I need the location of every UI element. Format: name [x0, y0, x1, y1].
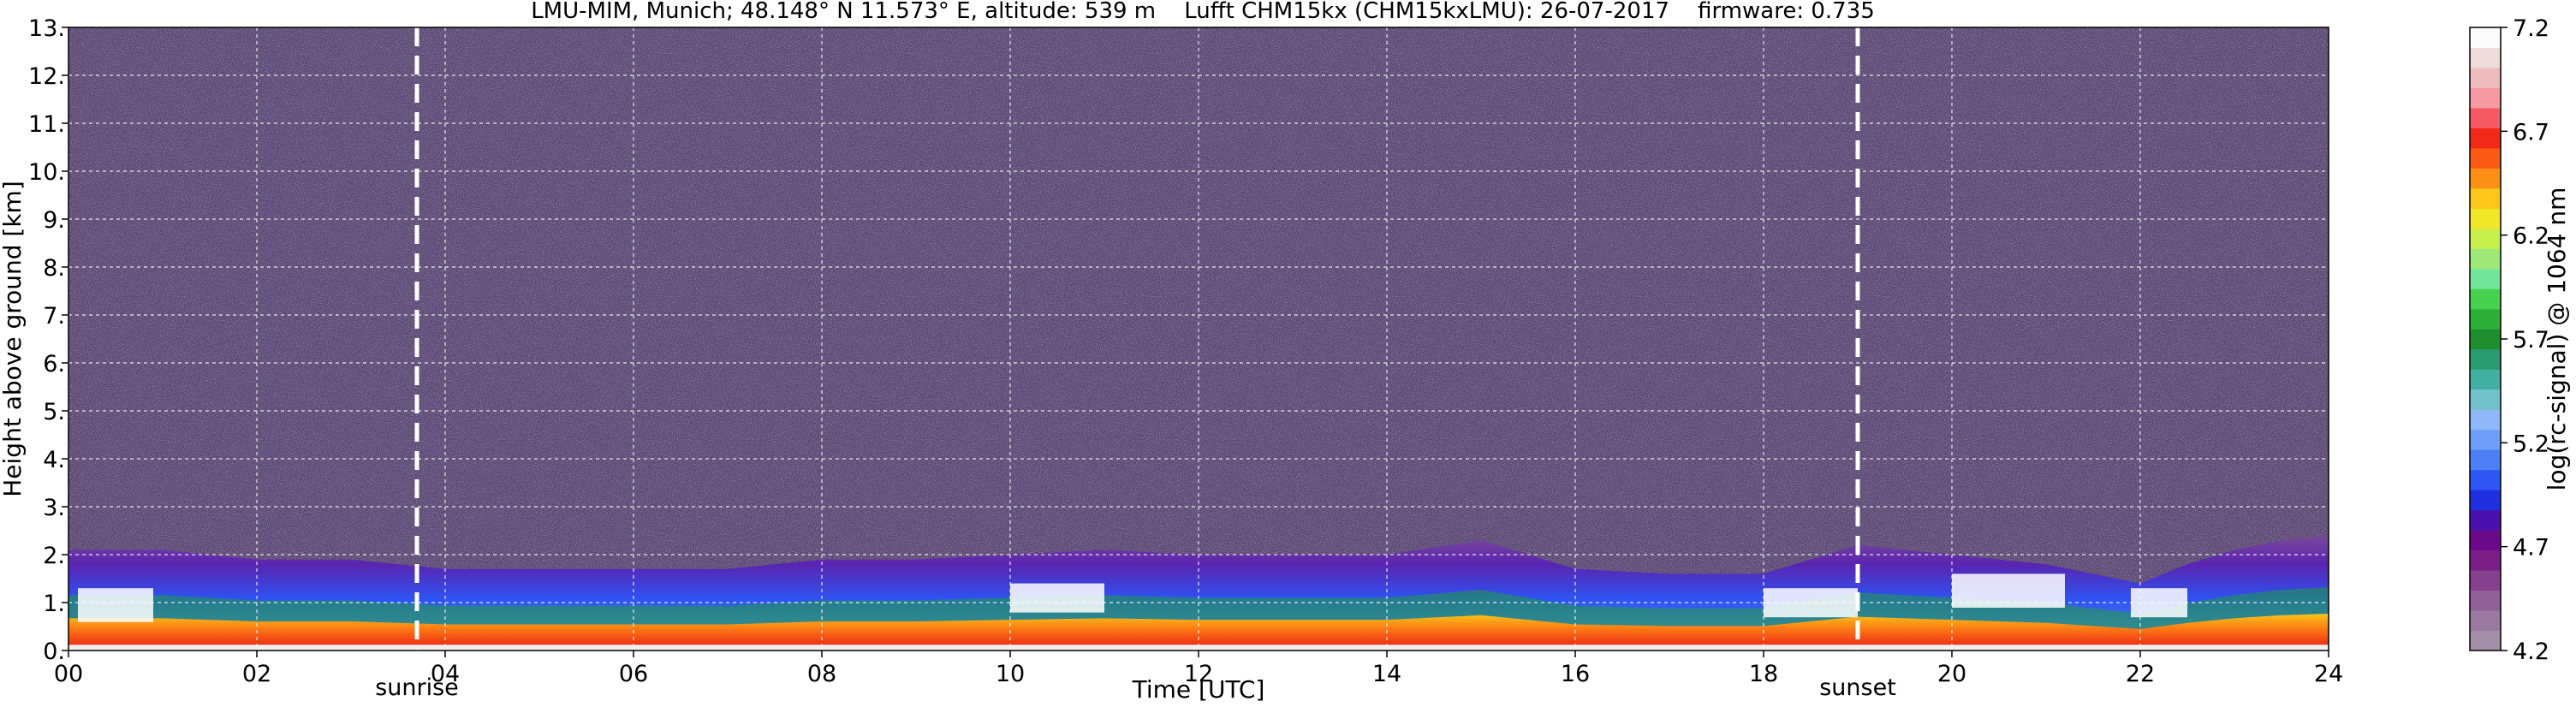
y-tick-label: 9.	[43, 207, 65, 234]
colorbar: 4.24.75.25.76.26.77.2	[2469, 15, 2549, 665]
colorbar-segment	[2470, 469, 2501, 490]
x-axis-label: Time [UTC]	[1132, 675, 1265, 704]
colorbar-segment	[2470, 208, 2501, 229]
sunrise-label: sunrise	[375, 674, 459, 701]
y-axis: 0. 1. 2. 3. 4. 5. 6. 7. 8. 9. 10. 11. 12. 13.	[28, 15, 68, 665]
x-tick-label: 02	[242, 661, 271, 687]
x-tick-label: 06	[619, 661, 648, 687]
y-tick-label: 0.	[43, 639, 65, 665]
x-tick-label: 16	[1561, 661, 1590, 687]
x-tick-label: 14	[1372, 661, 1401, 687]
colorbar-segment	[2470, 128, 2501, 149]
y-tick-label: 4.	[43, 447, 65, 473]
colorbar-segment	[2470, 308, 2501, 330]
y-tick-label: 5.	[43, 399, 65, 425]
y-tick-label: 13.	[28, 15, 65, 42]
cloud-signal-1	[1010, 583, 1104, 613]
sunset-label: sunset	[1819, 674, 1896, 701]
y-tick-label: 6.	[43, 351, 65, 377]
colorbar-label: log(rc-signal) @ 1064 nm	[2543, 187, 2571, 491]
colorbar-tick-label: 4.7	[2513, 535, 2549, 561]
colorbar-segment	[2470, 27, 2501, 48]
y-axis-label: Height above ground [km]	[0, 181, 27, 497]
colorbar-segment	[2470, 409, 2501, 431]
colorbar-segment	[2470, 268, 2501, 289]
colorbar-tick-label: 6.7	[2513, 119, 2549, 146]
cloud-signal-0	[78, 588, 153, 622]
colorbar-segment	[2470, 449, 2501, 471]
colorbar-segment	[2470, 187, 2501, 209]
y-tick-label: 7.	[43, 303, 65, 330]
colorbar-segment	[2470, 590, 2501, 611]
colorbar-segment	[2470, 389, 2501, 410]
y-tick-label: 11.	[28, 111, 65, 138]
colorbar-segment	[2470, 168, 2501, 189]
y-tick-label: 2.	[43, 543, 65, 569]
colorbar-segment	[2470, 509, 2501, 531]
colorbar-segment	[2470, 87, 2501, 109]
y-tick-label: 3.	[43, 495, 65, 521]
colorbar-segment	[2470, 107, 2501, 128]
colorbar-segment	[2470, 147, 2501, 169]
ceilometer-chart: 00 02 04 06 08 10 12 14 16 18 20 22 24 0.1.2.3.4.5.6…	[0, 15, 2571, 704]
colorbar-segment	[2470, 429, 2501, 450]
colorbar-segment	[2470, 288, 2501, 310]
colorbar-segment	[2470, 228, 2501, 249]
x-tick-label: 24	[2314, 661, 2343, 687]
y-tick-label: 12.	[28, 63, 65, 90]
colorbar-segment	[2470, 630, 2501, 651]
x-tick-label: 18	[1749, 661, 1778, 687]
colorbar-tick-label: 7.2	[2513, 15, 2549, 42]
plot-area	[68, 27, 2329, 651]
colorbar-segment	[2470, 329, 2501, 350]
x-tick-label: 10	[996, 661, 1025, 687]
y-tick-label: 8.	[43, 255, 65, 282]
y-tick-label: 10.	[28, 159, 65, 186]
y-tick-label: 1.	[43, 591, 65, 617]
x-tick-label: 20	[1937, 661, 1966, 687]
colorbar-segment	[2470, 348, 2501, 370]
colorbar-segment	[2470, 570, 2501, 591]
x-tick-label: 22	[2126, 661, 2155, 687]
colorbar-segment	[2470, 490, 2501, 511]
colorbar-segment	[2470, 248, 2501, 270]
colorbar-segment	[2470, 610, 2501, 632]
colorbar-segment	[2470, 47, 2501, 68]
colorbar-tick-label: 4.2	[2513, 639, 2549, 665]
colorbar-segment	[2470, 530, 2501, 551]
colorbar-segment	[2470, 369, 2501, 390]
x-tick-label: 08	[807, 661, 836, 687]
colorbar-segment	[2470, 67, 2501, 88]
colorbar-segment	[2470, 550, 2501, 571]
